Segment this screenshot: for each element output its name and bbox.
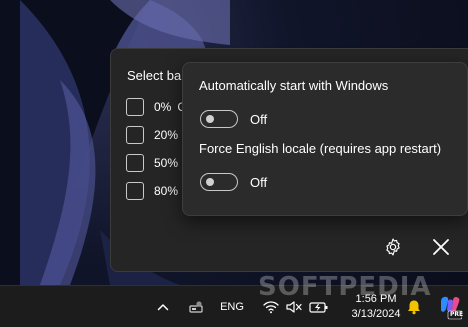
option-checkbox[interactable] [126, 126, 144, 144]
clock-date: 3/13/2024 [351, 308, 401, 320]
autostart-state: Off [250, 111, 268, 127]
volume-muted-icon [286, 301, 302, 313]
chevron-up-icon [157, 304, 169, 311]
autostart-toggle-row[interactable]: Off [200, 109, 267, 129]
option-row[interactable]: 0% C [126, 97, 186, 117]
show-hidden-icons-button[interactable] [154, 298, 172, 316]
softpedia-watermark: SOFTPEDIA [258, 272, 432, 302]
autostart-toggle[interactable] [200, 110, 238, 128]
force-english-toggle-row[interactable]: Off [200, 172, 267, 192]
autostart-title: Automatically start with Windows [199, 78, 389, 93]
battery-icon [309, 302, 328, 313]
panel-title: Select ba [127, 68, 182, 83]
force-english-toggle[interactable] [200, 173, 238, 191]
force-english-state: Off [250, 174, 268, 190]
option-row[interactable]: 80% [126, 181, 178, 201]
copilot-button[interactable]: PRE [438, 294, 464, 320]
tray-app-icon [189, 301, 203, 313]
option-label: 80% [154, 184, 179, 198]
option-row[interactable]: 20% [126, 125, 178, 145]
settings-popup: Automatically start with Windows Off For… [182, 62, 468, 216]
option-label: 0% [154, 100, 172, 114]
option-checkbox[interactable] [126, 182, 144, 200]
force-english-title: Force English locale (requires app resta… [199, 141, 442, 156]
gear-icon [386, 238, 400, 256]
option-checkbox[interactable] [126, 98, 144, 116]
option-label: 20% [154, 128, 179, 142]
settings-button[interactable] [381, 235, 405, 259]
language-indicator[interactable]: ENG [218, 299, 246, 315]
option-checkbox[interactable] [126, 154, 144, 172]
wifi-icon [263, 301, 279, 314]
close-button[interactable] [429, 235, 453, 259]
tray-app-icon[interactable] [186, 297, 208, 317]
close-icon [433, 239, 449, 255]
option-row[interactable]: 50% [126, 153, 178, 173]
option-label: 50% [154, 156, 179, 170]
copilot-badge: PRE [450, 311, 464, 318]
